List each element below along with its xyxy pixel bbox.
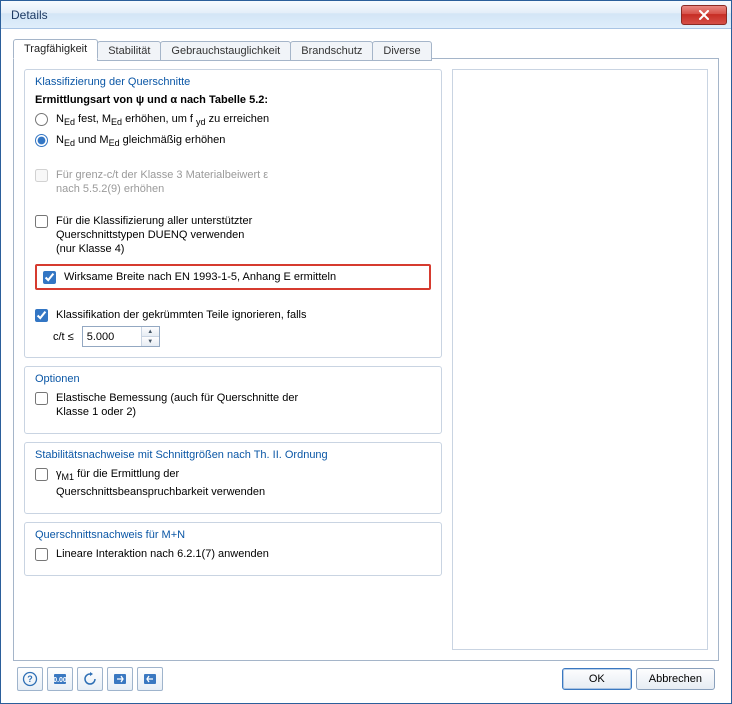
tab-stabilitaet[interactable]: Stabilität bbox=[97, 41, 161, 61]
chk-elastische[interactable] bbox=[35, 392, 48, 405]
left-column: Klassifizierung der Querschnitte Ermittl… bbox=[24, 69, 442, 650]
chk-row-wirksame-breite: Wirksame Breite nach EN 1993-1-5, Anhang… bbox=[43, 270, 423, 284]
reset-icon bbox=[82, 671, 98, 687]
ct-spin-down[interactable]: ▼ bbox=[142, 337, 159, 346]
chk-gamma-m1-label: γM1 für die Ermittlung der Querschnittsb… bbox=[56, 467, 265, 498]
ct-spin-up[interactable]: ▲ bbox=[142, 327, 159, 337]
ct-spinner: ▲ ▼ bbox=[82, 326, 160, 347]
close-button[interactable] bbox=[681, 5, 727, 25]
chk-row-gamma-m1: γM1 für die Ermittlung der Querschnittsb… bbox=[35, 467, 431, 498]
tab-strip: Tragfähigkeit Stabilität Gebrauchstaugli… bbox=[13, 39, 719, 59]
chk-row-lineare: Lineare Interaktion nach 6.2.1(7) anwend… bbox=[35, 547, 431, 561]
chk-row-grenz: Für grenz-c/t der Klasse 3 Materialbeiwe… bbox=[35, 168, 431, 196]
toolbtn-reset[interactable] bbox=[77, 667, 103, 691]
chk-row-elastische: Elastische Bemessung (auch für Querschni… bbox=[35, 391, 431, 419]
toolbtn-help[interactable]: ? bbox=[17, 667, 43, 691]
preview-panel bbox=[452, 69, 708, 650]
chk-curved[interactable] bbox=[35, 309, 48, 322]
chk-lineare[interactable] bbox=[35, 548, 48, 561]
radio-ned-med[interactable] bbox=[35, 134, 48, 147]
radio-ned-med-label: NEd und MEd gleichmäßig erhöhen bbox=[56, 133, 225, 150]
chk-curved-label: Klassifikation der gekrümmten Teile igno… bbox=[56, 308, 306, 322]
cancel-button[interactable]: Abbrechen bbox=[636, 668, 715, 690]
chk-wirksame-breite-label: Wirksame Breite nach EN 1993-1-5, Anhang… bbox=[64, 270, 336, 284]
details-dialog: Details Tragfähigkeit Stabilität Gebrauc… bbox=[0, 0, 732, 704]
tab-tragfaehigkeit[interactable]: Tragfähigkeit bbox=[13, 39, 98, 59]
group-klassifizierung: Klassifizierung der Querschnitte Ermittl… bbox=[24, 69, 442, 358]
chk-row-duenq: Für die Klassifizierung aller unterstütz… bbox=[35, 214, 431, 256]
group-title: Klassifizierung der Querschnitte bbox=[35, 76, 431, 88]
group-querschnitt-mn: Querschnittsnachweis für M+N Lineare Int… bbox=[24, 522, 442, 576]
highlight-box: Wirksame Breite nach EN 1993-1-5, Anhang… bbox=[35, 264, 431, 290]
ok-button[interactable]: OK bbox=[562, 668, 632, 690]
radio-ned-fest[interactable] bbox=[35, 113, 48, 126]
toolbtn-save[interactable] bbox=[137, 667, 163, 691]
titlebar: Details bbox=[1, 1, 731, 29]
chk-wirksame-breite[interactable] bbox=[43, 271, 56, 284]
chk-row-curved: Klassifikation der gekrümmten Teile igno… bbox=[35, 308, 431, 322]
chk-lineare-label: Lineare Interaktion nach 6.2.1(7) anwend… bbox=[56, 547, 269, 561]
ct-input[interactable] bbox=[83, 327, 141, 346]
close-icon bbox=[698, 10, 710, 20]
units-icon: 0.00 bbox=[52, 671, 68, 687]
chk-grenz bbox=[35, 169, 48, 182]
ct-spin-buttons: ▲ ▼ bbox=[141, 327, 159, 346]
save-icon bbox=[142, 671, 158, 687]
group-title: Stabilitätsnachweise mit Schnittgrößen n… bbox=[35, 449, 431, 461]
toolbtn-units[interactable]: 0.00 bbox=[47, 667, 73, 691]
radio-ned-fest-label: NEd fest, MEd erhöhen, um f yd zu erreic… bbox=[56, 112, 269, 129]
radio-row-ned-fest: NEd fest, MEd erhöhen, um f yd zu erreic… bbox=[35, 112, 431, 129]
chk-grenz-label: Für grenz-c/t der Klasse 3 Materialbeiwe… bbox=[56, 168, 268, 196]
tab-page: Klassifizierung der Querschnitte Ermittl… bbox=[13, 58, 719, 661]
group-title: Optionen bbox=[35, 373, 431, 385]
subtitle: Ermittlungsart von ψ und α nach Tabelle … bbox=[35, 94, 431, 106]
chk-duenq[interactable] bbox=[35, 215, 48, 228]
open-icon bbox=[112, 671, 128, 687]
tab-brandschutz[interactable]: Brandschutz bbox=[290, 41, 373, 61]
radio-row-ned-med: NEd und MEd gleichmäßig erhöhen bbox=[35, 133, 431, 150]
ct-row: c/t ≤ ▲ ▼ bbox=[53, 326, 431, 347]
svg-text:0.00: 0.00 bbox=[53, 677, 67, 684]
chk-gamma-m1[interactable] bbox=[35, 468, 48, 481]
content-area: Tragfähigkeit Stabilität Gebrauchstaugli… bbox=[1, 29, 731, 703]
window-title: Details bbox=[11, 8, 681, 22]
help-icon: ? bbox=[22, 671, 38, 687]
button-bar: ? 0.00 bbox=[13, 661, 719, 695]
svg-text:?: ? bbox=[27, 674, 33, 684]
chk-duenq-label: Für die Klassifizierung aller unterstütz… bbox=[56, 214, 252, 256]
chk-elastische-label: Elastische Bemessung (auch für Querschni… bbox=[56, 391, 298, 419]
group-optionen: Optionen Elastische Bemessung (auch für … bbox=[24, 366, 442, 434]
ct-label: c/t ≤ bbox=[53, 331, 74, 343]
toolbtn-open[interactable] bbox=[107, 667, 133, 691]
tab-diverse[interactable]: Diverse bbox=[372, 41, 431, 61]
tab-gebrauchstauglichkeit[interactable]: Gebrauchstauglichkeit bbox=[160, 41, 291, 61]
group-title: Querschnittsnachweis für M+N bbox=[35, 529, 431, 541]
group-stabilitaet: Stabilitätsnachweise mit Schnittgrößen n… bbox=[24, 442, 442, 513]
